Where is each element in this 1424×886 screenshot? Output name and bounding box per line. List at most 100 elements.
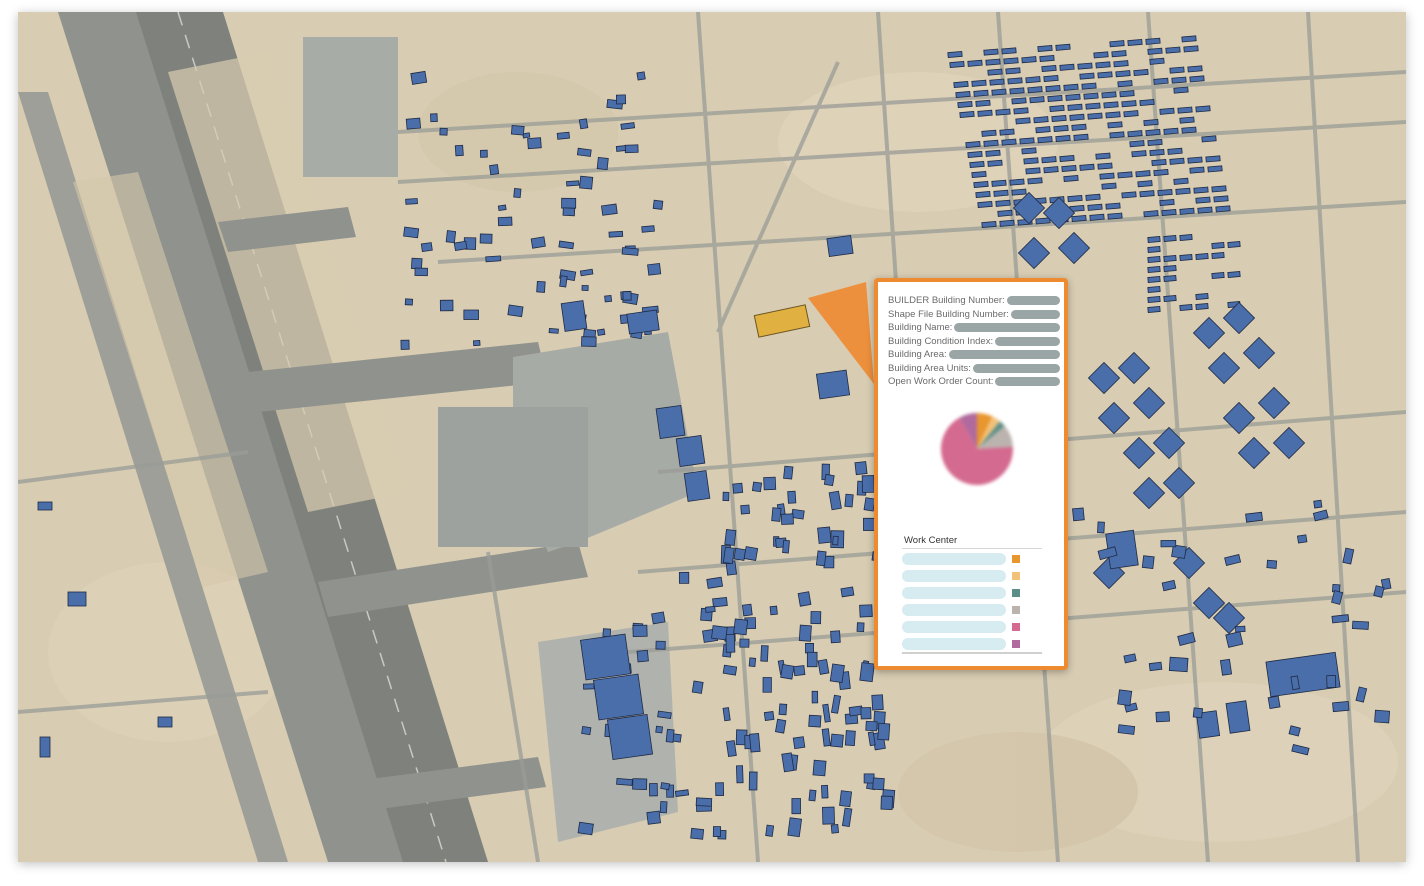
building[interactable] <box>987 159 1003 167</box>
building[interactable] <box>1171 76 1187 84</box>
building[interactable] <box>1043 74 1059 83</box>
building[interactable] <box>1179 234 1193 241</box>
building[interactable] <box>859 604 873 618</box>
building[interactable] <box>621 247 639 256</box>
building[interactable] <box>1095 152 1111 160</box>
building[interactable] <box>1187 156 1203 164</box>
building[interactable] <box>1234 625 1246 633</box>
building[interactable] <box>655 725 664 734</box>
building[interactable] <box>1105 111 1121 119</box>
building[interactable] <box>1179 207 1195 215</box>
building[interactable] <box>1087 112 1103 120</box>
building[interactable] <box>67 591 87 607</box>
building[interactable] <box>987 68 1003 76</box>
building[interactable] <box>556 131 570 140</box>
building[interactable] <box>1187 65 1203 73</box>
building[interactable] <box>1127 130 1143 138</box>
building[interactable] <box>1192 707 1204 719</box>
building[interactable] <box>778 703 788 716</box>
building[interactable] <box>985 149 1001 157</box>
building[interactable] <box>1037 44 1053 53</box>
building[interactable] <box>1147 266 1161 273</box>
building[interactable] <box>665 728 675 743</box>
building[interactable] <box>624 144 639 154</box>
building[interactable] <box>817 658 830 675</box>
building[interactable] <box>430 113 438 123</box>
building[interactable] <box>581 284 589 291</box>
building[interactable] <box>787 817 803 838</box>
building[interactable] <box>1021 147 1037 155</box>
building[interactable] <box>1351 620 1369 630</box>
building[interactable] <box>1227 271 1241 278</box>
building[interactable] <box>39 736 51 758</box>
building[interactable] <box>507 304 524 318</box>
building[interactable] <box>973 89 989 97</box>
building[interactable] <box>975 99 991 107</box>
building[interactable] <box>1027 86 1043 94</box>
building[interactable] <box>808 789 817 802</box>
building[interactable] <box>655 404 686 440</box>
building[interactable] <box>1115 70 1131 78</box>
building[interactable] <box>1211 272 1225 279</box>
building[interactable] <box>576 147 592 157</box>
building[interactable] <box>1001 47 1017 55</box>
building[interactable] <box>1117 724 1136 735</box>
building[interactable] <box>1195 253 1209 260</box>
building[interactable] <box>748 771 758 791</box>
building[interactable] <box>655 640 666 650</box>
building[interactable] <box>705 605 716 613</box>
building[interactable] <box>971 170 987 179</box>
building[interactable] <box>856 622 865 633</box>
building[interactable] <box>762 677 772 693</box>
building[interactable] <box>724 529 737 546</box>
building[interactable] <box>1219 658 1233 676</box>
building[interactable] <box>810 611 822 625</box>
building[interactable] <box>995 108 1011 116</box>
building[interactable] <box>1072 507 1085 522</box>
building[interactable] <box>830 733 844 748</box>
building[interactable] <box>577 821 594 836</box>
building[interactable] <box>1173 86 1189 94</box>
building[interactable] <box>1169 66 1185 74</box>
building[interactable] <box>798 624 812 642</box>
building[interactable] <box>561 197 577 209</box>
building[interactable] <box>1207 165 1223 173</box>
building[interactable] <box>1121 191 1137 199</box>
building[interactable] <box>1079 163 1095 171</box>
building[interactable] <box>1099 172 1115 180</box>
building[interactable] <box>1133 68 1149 77</box>
building[interactable] <box>812 759 827 777</box>
building[interactable] <box>695 797 713 807</box>
building[interactable] <box>733 618 749 636</box>
building[interactable] <box>829 663 845 684</box>
building[interactable] <box>445 230 457 244</box>
building[interactable] <box>1296 534 1308 544</box>
building[interactable] <box>1111 50 1127 58</box>
building[interactable] <box>1215 205 1231 213</box>
building[interactable] <box>1326 675 1337 689</box>
building[interactable] <box>1121 100 1137 108</box>
building[interactable] <box>527 137 542 150</box>
building[interactable] <box>793 665 806 677</box>
building[interactable] <box>636 649 649 663</box>
building[interactable] <box>1011 97 1027 105</box>
building[interactable] <box>1083 92 1099 100</box>
building[interactable] <box>861 475 875 493</box>
building[interactable] <box>1183 45 1199 53</box>
building[interactable] <box>636 71 646 81</box>
building[interactable] <box>1147 138 1163 147</box>
building[interactable] <box>1123 110 1139 118</box>
building[interactable] <box>472 339 481 347</box>
building[interactable] <box>792 736 806 750</box>
building[interactable] <box>722 664 738 676</box>
building[interactable] <box>453 240 468 252</box>
building[interactable] <box>1063 83 1079 91</box>
building[interactable] <box>763 476 777 491</box>
building[interactable] <box>410 70 428 85</box>
building[interactable] <box>711 625 728 641</box>
building[interactable] <box>1011 188 1027 196</box>
building[interactable] <box>985 58 1001 66</box>
building[interactable] <box>805 643 814 654</box>
building[interactable] <box>1055 43 1071 51</box>
building[interactable] <box>1143 210 1159 218</box>
